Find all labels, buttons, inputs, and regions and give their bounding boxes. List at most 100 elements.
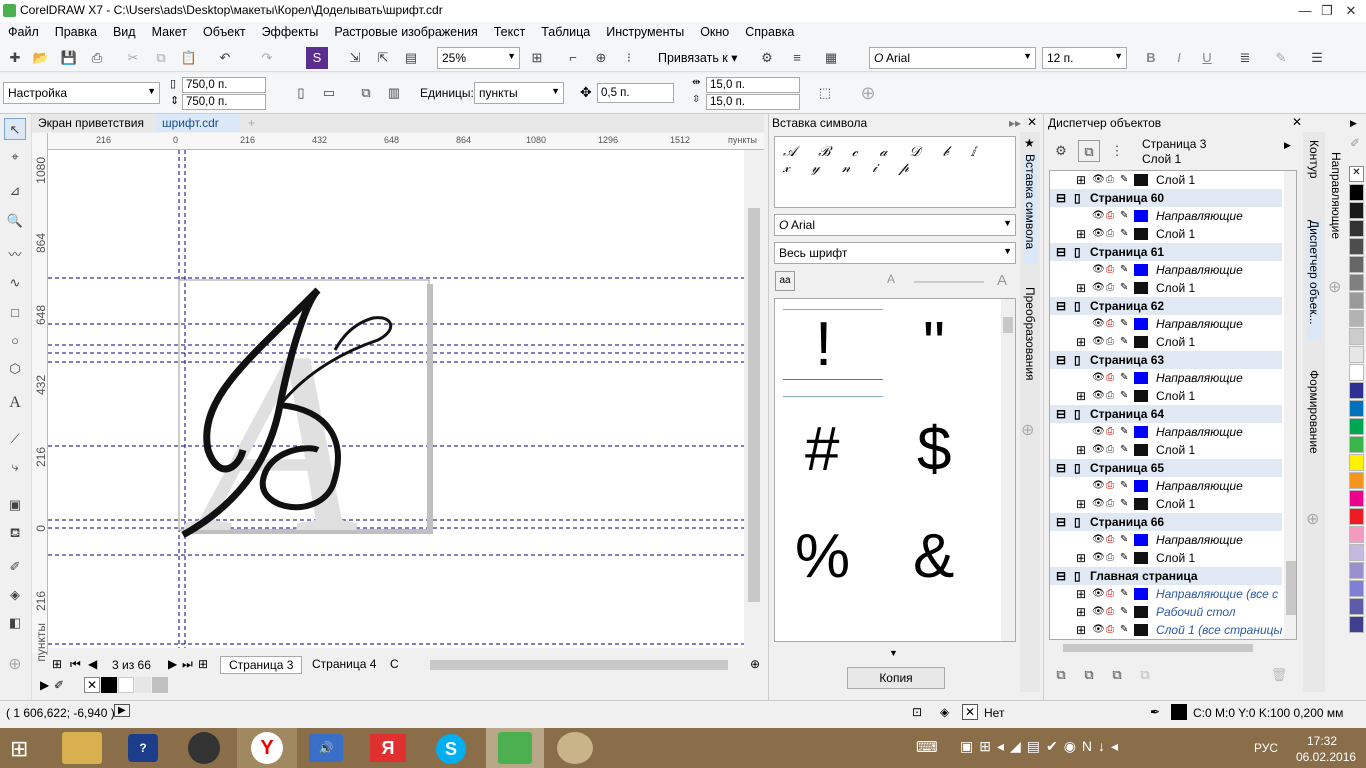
font-select[interactable]: O Arial ▼	[869, 47, 1036, 69]
coreldraw-task[interactable]	[486, 728, 544, 768]
visibility-eye-icon[interactable]: 👁	[1092, 441, 1105, 459]
menu-effects[interactable]: Эффекты	[254, 22, 327, 42]
scroll-thumb[interactable]	[748, 208, 760, 602]
lock-pencil-icon[interactable]: ✎	[1120, 495, 1128, 513]
symbol-size-slider[interactable]	[914, 281, 984, 283]
expand-icon[interactable]: ⊞	[1076, 495, 1086, 513]
palette-swatch[interactable]	[1349, 616, 1364, 633]
symbol-more-icon[interactable]: ▼	[889, 648, 898, 658]
menu-window[interactable]: Окно	[692, 22, 737, 42]
tree-layer-row[interactable]: ⊞ 👁 ⎙ ✎ Слой 1 (все страницы	[1050, 621, 1282, 639]
lock-pencil-icon[interactable]: ✎	[1120, 621, 1128, 639]
freehand-tool-icon[interactable]: 〰	[4, 244, 26, 266]
text-tool-icon[interactable]: A	[4, 392, 26, 414]
palette-swatch[interactable]	[1349, 562, 1364, 579]
yandex-browser-task[interactable]: Y	[237, 728, 297, 768]
no-color-swatch[interactable]: ✕	[84, 677, 100, 693]
layer-color-swatch[interactable]	[1134, 228, 1148, 240]
lock-pencil-icon[interactable]: ✎	[1120, 171, 1128, 189]
palette-swatch[interactable]	[1349, 580, 1364, 597]
layer-color-swatch[interactable]	[1134, 534, 1148, 546]
visibility-eye-icon[interactable]: 👁	[1092, 585, 1105, 603]
palette-swatch[interactable]	[1349, 436, 1364, 453]
full-screen-icon[interactable]: ⊞	[526, 47, 548, 69]
expand-icon[interactable]: ⊞	[1076, 333, 1086, 351]
tree-layer-row[interactable]: ⊞ 👁 ⎙ ✎ Направляющие (все с	[1050, 585, 1282, 603]
tree-page-row[interactable]: ⊟ ▯ Главная страница	[1050, 567, 1282, 585]
collapse-icon[interactable]: ⊟	[1056, 513, 1066, 531]
printer-icon[interactable]: ⎙	[1106, 279, 1114, 297]
palette-swatch[interactable]	[1349, 598, 1364, 615]
snap-to-dropdown[interactable]: Привязать к ▾	[658, 50, 738, 65]
open-icon[interactable]: 📂	[30, 47, 52, 69]
help-app-icon[interactable]: ?	[128, 734, 158, 762]
layer-properties-icon[interactable]: ⚙	[1050, 140, 1072, 162]
lock-pencil-icon[interactable]: ✎	[1120, 225, 1128, 243]
layer-color-swatch[interactable]	[1134, 390, 1148, 402]
print-icon[interactable]: ⎙	[86, 47, 108, 69]
start-icon[interactable]: ⊞	[10, 736, 28, 762]
visibility-eye-icon[interactable]: 👁	[1092, 261, 1105, 279]
tab-welcome[interactable]: Экран приветствия	[32, 114, 150, 132]
tree-scrollbar[interactable]	[1284, 171, 1296, 639]
connector-tool-icon[interactable]: ⤷	[4, 456, 26, 478]
collapse-icon[interactable]: ⊟	[1056, 297, 1066, 315]
lock-pencil-icon[interactable]: ✎	[1120, 207, 1128, 225]
printer-icon[interactable]: ⎙	[1106, 423, 1114, 441]
layer-manager-view-icon[interactable]: ⧉	[1078, 140, 1100, 162]
printer-icon[interactable]: ⎙	[1106, 333, 1114, 351]
prev-page-icon[interactable]: ◀	[88, 657, 97, 671]
add-tool-icon[interactable]: ⊕	[857, 82, 879, 104]
visibility-eye-icon[interactable]: 👁	[1092, 603, 1105, 621]
printer-icon[interactable]: ⎙	[1106, 207, 1114, 225]
page-height-input[interactable]: 750,0 п.	[182, 94, 266, 110]
lock-pencil-icon[interactable]: ✎	[1120, 477, 1128, 495]
smart-fill-icon[interactable]: ◧	[4, 612, 26, 634]
add-page-after-icon[interactable]: ⊞	[198, 657, 208, 671]
tree-page-row[interactable]: ⊟ ▯ Страница 64	[1050, 405, 1282, 423]
menu-text[interactable]: Текст	[486, 22, 533, 42]
tab-transformations[interactable]: Преобразования	[1023, 287, 1037, 397]
tree-layer-row[interactable]: ⊞ 👁 ⎙ ✎ Рабочий стол	[1050, 603, 1282, 621]
palette-no-color[interactable]: ✕	[1349, 166, 1364, 182]
add-docker-far-icon[interactable]: ⊕	[1328, 277, 1341, 297]
collapse-icon[interactable]: ⊟	[1056, 351, 1066, 369]
palette-swatch[interactable]	[1349, 544, 1364, 561]
tray-icons[interactable]: ▣⊞◂◢▤✔◉N↓◂	[960, 738, 1124, 755]
new-icon[interactable]: ✚	[4, 47, 26, 69]
speaker-app-icon[interactable]: 🔊	[309, 734, 343, 762]
symbol-glyph[interactable]: #	[805, 414, 839, 485]
new-tab-icon[interactable]: +	[242, 114, 261, 132]
menu-bitmaps[interactable]: Растровые изображения	[326, 22, 485, 42]
tree-layer-row[interactable]: ⊞ 👁 ⎙ ✎ Слой 1	[1050, 441, 1282, 459]
tree-page-row[interactable]: ⊟ ▯ Страница 62	[1050, 297, 1282, 315]
zoom-select[interactable]: 25% ▼	[437, 47, 520, 69]
gray-swatch[interactable]	[152, 677, 168, 693]
grid-icon[interactable]: ⊕	[590, 47, 612, 69]
palette-eyedropper-right-icon[interactable]: ✐	[1350, 136, 1360, 150]
palette-swatch[interactable]	[1349, 508, 1364, 525]
next-page-icon[interactable]: ▶	[168, 657, 177, 671]
palette-swatch[interactable]	[1349, 472, 1364, 489]
lock-pencil-icon[interactable]: ✎	[1120, 369, 1128, 387]
tree-page-row[interactable]: ⊟ ▯ Страница 63	[1050, 351, 1282, 369]
undo-icon[interactable]: ↶	[214, 47, 236, 69]
palette-swatch[interactable]	[1349, 346, 1364, 363]
expand-icon[interactable]: ⊞	[1076, 225, 1086, 243]
tree-hscrollbar[interactable]	[1049, 642, 1283, 654]
lock-pencil-icon[interactable]: ✎	[1120, 387, 1128, 405]
landscape-icon[interactable]: ▭	[318, 82, 340, 104]
palette-swatch[interactable]	[1349, 184, 1364, 201]
menu-table[interactable]: Таблица	[533, 22, 598, 42]
lock-pencil-icon[interactable]: ✎	[1120, 333, 1128, 351]
page-tab-3[interactable]: Страница 3	[220, 656, 303, 674]
expand-icon[interactable]: ⊞	[1076, 585, 1086, 603]
panel-expand-icon[interactable]: ▸▸	[1009, 116, 1021, 130]
layer-color-swatch[interactable]	[1134, 498, 1148, 510]
collapse-icon[interactable]: ⊟	[1056, 459, 1066, 477]
copy-icon[interactable]: ⧉	[150, 47, 172, 69]
units-select[interactable]: пункты ▼	[474, 82, 564, 104]
add-docker-icon[interactable]: ⊕	[1021, 420, 1034, 440]
last-page-icon[interactable]: ⏭	[182, 657, 193, 672]
cut-icon[interactable]: ✂	[122, 47, 144, 69]
